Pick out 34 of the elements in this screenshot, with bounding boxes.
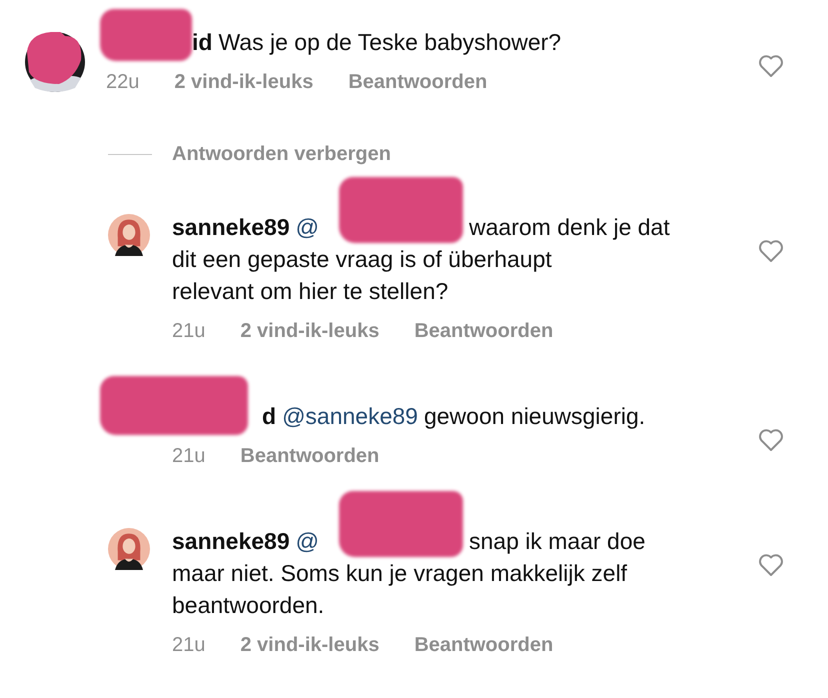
comment-text: relevant om hier te stellen? xyxy=(172,277,450,306)
reply-link[interactable]: Beantwoorden xyxy=(348,70,488,94)
username[interactable]: sanneke89 xyxy=(172,211,290,243)
heart-icon[interactable] xyxy=(758,553,784,577)
hide-replies-link[interactable]: Antwoorden verbergen xyxy=(172,142,391,166)
reply-link[interactable]: Beantwoorden xyxy=(414,633,554,657)
comment-text: dit een gepaste vraag is of überhaupt xyxy=(172,245,553,274)
heart-icon[interactable] xyxy=(758,239,784,263)
avatar[interactable] xyxy=(25,32,85,92)
timestamp: 21u xyxy=(172,444,206,468)
likes-count[interactable]: 2 vind-ik-leuks xyxy=(240,633,380,657)
username[interactable]: d xyxy=(262,400,276,432)
timestamp: 21u xyxy=(172,633,206,657)
comment-text: snap ik maar doe xyxy=(469,527,646,556)
likes-count[interactable]: 2 vind-ik-leuks xyxy=(174,70,314,94)
comment-text: waarom denk je dat xyxy=(469,213,670,242)
avatar[interactable] xyxy=(108,528,150,570)
comment-text: Was je op de Teske babyshower? xyxy=(218,28,562,57)
reply-link[interactable]: Beantwoorden xyxy=(240,444,380,468)
username[interactable]: sanneke89 xyxy=(172,525,290,557)
heart-icon[interactable] xyxy=(758,428,784,452)
heart-icon[interactable] xyxy=(758,54,784,78)
avatar[interactable] xyxy=(108,214,150,256)
mention-link[interactable]: @ xyxy=(296,525,319,557)
mention-link[interactable]: @sanneke89 xyxy=(282,400,418,432)
timestamp: 21u xyxy=(172,319,206,343)
comment-text: gewoon nieuwsgierig. xyxy=(424,402,646,431)
reply-link[interactable]: Beantwoorden xyxy=(414,319,554,343)
comment-text: beantwoorden. xyxy=(172,591,326,620)
username[interactable]: id xyxy=(192,26,212,58)
timestamp: 22u xyxy=(106,70,140,94)
mention-link[interactable]: @ xyxy=(296,211,319,243)
likes-count[interactable]: 2 vind-ik-leuks xyxy=(240,319,380,343)
comment-text: maar niet. Soms kun je vragen makkelijk zelf xyxy=(172,559,628,588)
